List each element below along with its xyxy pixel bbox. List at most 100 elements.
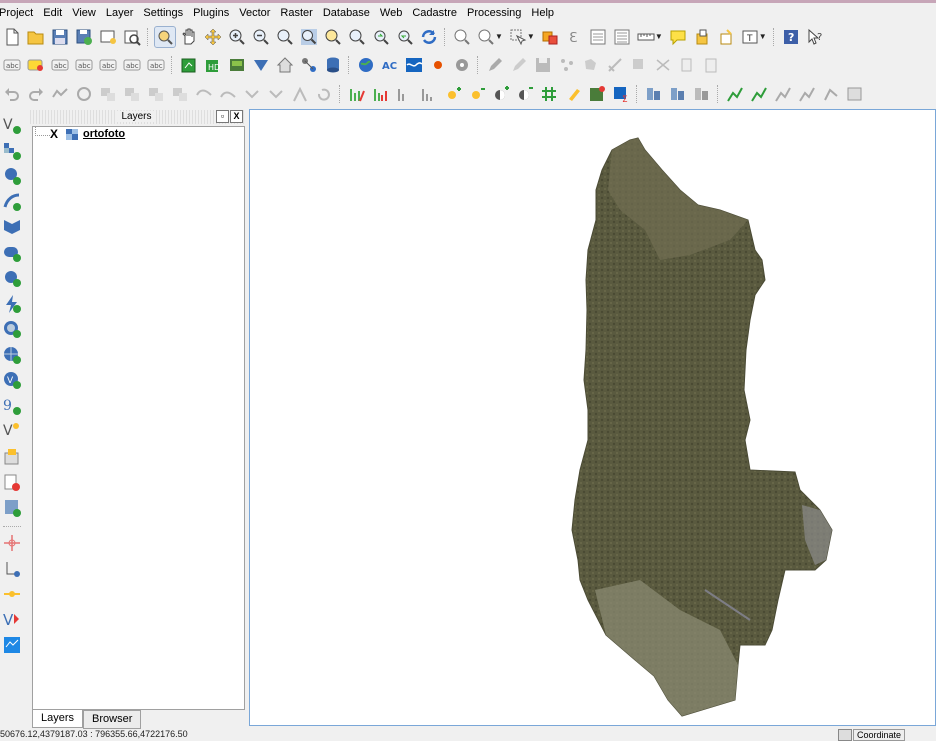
zoom-to-selection-icon[interactable] [323,27,343,47]
georeferencer-icon[interactable]: HD [203,55,223,75]
zoom-last-icon[interactable] [371,27,391,47]
zoom-native-icon[interactable] [275,27,295,47]
merge-features-icon[interactable] [290,84,310,104]
add-wms-layer-icon[interactable] [1,318,23,340]
plugin-orange-icon[interactable] [428,55,448,75]
wave-icon[interactable] [404,55,424,75]
split-features-icon[interactable] [242,84,262,104]
map-tips-icon[interactable] [668,27,688,47]
vector-edit-icon[interactable]: V [1,609,23,631]
rotate-feature-icon[interactable] [314,84,334,104]
stretch-local-icon[interactable] [419,84,439,104]
add-postgis-layer-icon[interactable] [1,165,23,187]
identify-icon[interactable] [452,27,472,47]
chevron-down-icon[interactable]: ▼ [527,32,535,41]
move-label-icon[interactable]: abc [74,55,94,75]
vector-chart-icon[interactable] [749,84,769,104]
menu-web[interactable]: Web [375,3,407,23]
new-shapefile-icon[interactable]: V [1,420,23,442]
shield-icon[interactable] [251,55,271,75]
histogram-local-icon[interactable] [371,84,391,104]
processing-icon[interactable] [452,55,472,75]
db-manager-icon[interactable] [323,55,343,75]
composer-manager-icon[interactable] [122,27,142,47]
redo-icon[interactable] [26,84,46,104]
contrast-up-icon[interactable] [491,84,511,104]
menu-vector[interactable]: Vector [234,3,275,23]
render-icon[interactable] [838,729,852,741]
crosshair-icon[interactable] [1,532,23,554]
add-feature-icon[interactable] [581,55,601,75]
snapping-icon[interactable] [1,558,23,580]
menu-plugins[interactable]: Plugins [188,3,234,23]
show-bookmarks-icon[interactable] [716,27,736,47]
ac-icon[interactable]: AC [380,55,400,75]
globe-icon[interactable] [356,55,376,75]
zoom-next-icon[interactable] [395,27,415,47]
zoom-full-icon[interactable] [299,27,319,47]
save-edits-icon[interactable] [533,55,553,75]
menu-cadastre[interactable]: Cadastre [407,3,462,23]
change-label-icon[interactable]: abc [122,55,142,75]
pan-map-icon[interactable] [154,25,176,48]
add-oracle-layer-icon[interactable] [1,242,23,264]
vector-chart-icon[interactable] [797,84,817,104]
sum-icon[interactable]: Σ [611,84,631,104]
raster-info-icon[interactable] [587,84,607,104]
split-parts-icon[interactable] [266,84,286,104]
add-delimited-text-icon[interactable]: 9 [1,395,23,417]
deselect-icon[interactable] [508,27,528,47]
move-feature-icon[interactable] [605,55,625,75]
highlight-icon[interactable] [563,84,583,104]
chevron-down-icon[interactable]: ▼ [759,32,767,41]
add-wcs-layer-icon[interactable] [1,344,23,366]
menu-processing[interactable]: Processing [462,3,526,23]
brightness-up-icon[interactable] [443,84,463,104]
rotate-label-icon[interactable]: abc [98,55,118,75]
copy-icon[interactable] [677,55,697,75]
raster-calc-icon[interactable] [227,55,247,75]
pan-to-selection-icon[interactable] [203,27,223,47]
menu-project[interactable]: Project [0,3,38,23]
new-print-composer-icon[interactable] [98,27,118,47]
topology-rules-icon[interactable] [668,84,688,104]
add-ring-icon[interactable] [74,84,94,104]
add-spatialite-layer-icon[interactable] [1,191,23,213]
map-canvas[interactable] [249,109,936,726]
whats-this-icon[interactable]: ? [805,27,825,47]
node-tool-icon[interactable] [821,84,841,104]
grid-icon[interactable] [539,84,559,104]
layer-row[interactable]: X ortofoto [33,126,244,141]
close-panel-button[interactable]: X [230,110,243,123]
help-contents-icon[interactable]: ? [781,27,801,47]
chevron-down-icon[interactable]: ▼ [495,32,503,41]
pan-icon[interactable] [179,27,199,47]
stretch-icon[interactable] [395,84,415,104]
add-part-icon[interactable] [98,84,118,104]
ruler-icon[interactable] [636,27,656,47]
layer-name[interactable]: ortofoto [83,128,125,140]
delete-selected-icon[interactable] [629,55,649,75]
histogram-icon[interactable] [347,84,367,104]
fill-ring-icon[interactable] [122,84,142,104]
vector-chart-icon[interactable] [773,84,793,104]
node-icon[interactable] [1,583,23,605]
tab-browser[interactable]: Browser [83,710,142,729]
layer-stack-icon[interactable] [845,84,865,104]
vector-chart-icon[interactable] [725,84,745,104]
edit-pencil-icon[interactable] [509,55,529,75]
measure-icon[interactable] [612,27,632,47]
menu-help[interactable]: Help [526,3,559,23]
save-project-icon[interactable] [50,27,70,47]
new-project-icon[interactable] [2,27,22,47]
zoom-in-icon[interactable] [227,27,247,47]
refresh-icon[interactable] [419,27,439,47]
save-as-icon[interactable] [74,27,94,47]
attribute-table-icon[interactable]: ℇ [564,27,584,47]
menu-database[interactable]: Database [318,3,375,23]
new-temp-layer-icon[interactable] [1,471,23,493]
new-spatialite-layer-icon[interactable] [1,446,23,468]
undo-icon[interactable] [2,84,22,104]
add-wfs-layer-icon[interactable]: V [1,369,23,391]
add-point-icon[interactable] [557,55,577,75]
